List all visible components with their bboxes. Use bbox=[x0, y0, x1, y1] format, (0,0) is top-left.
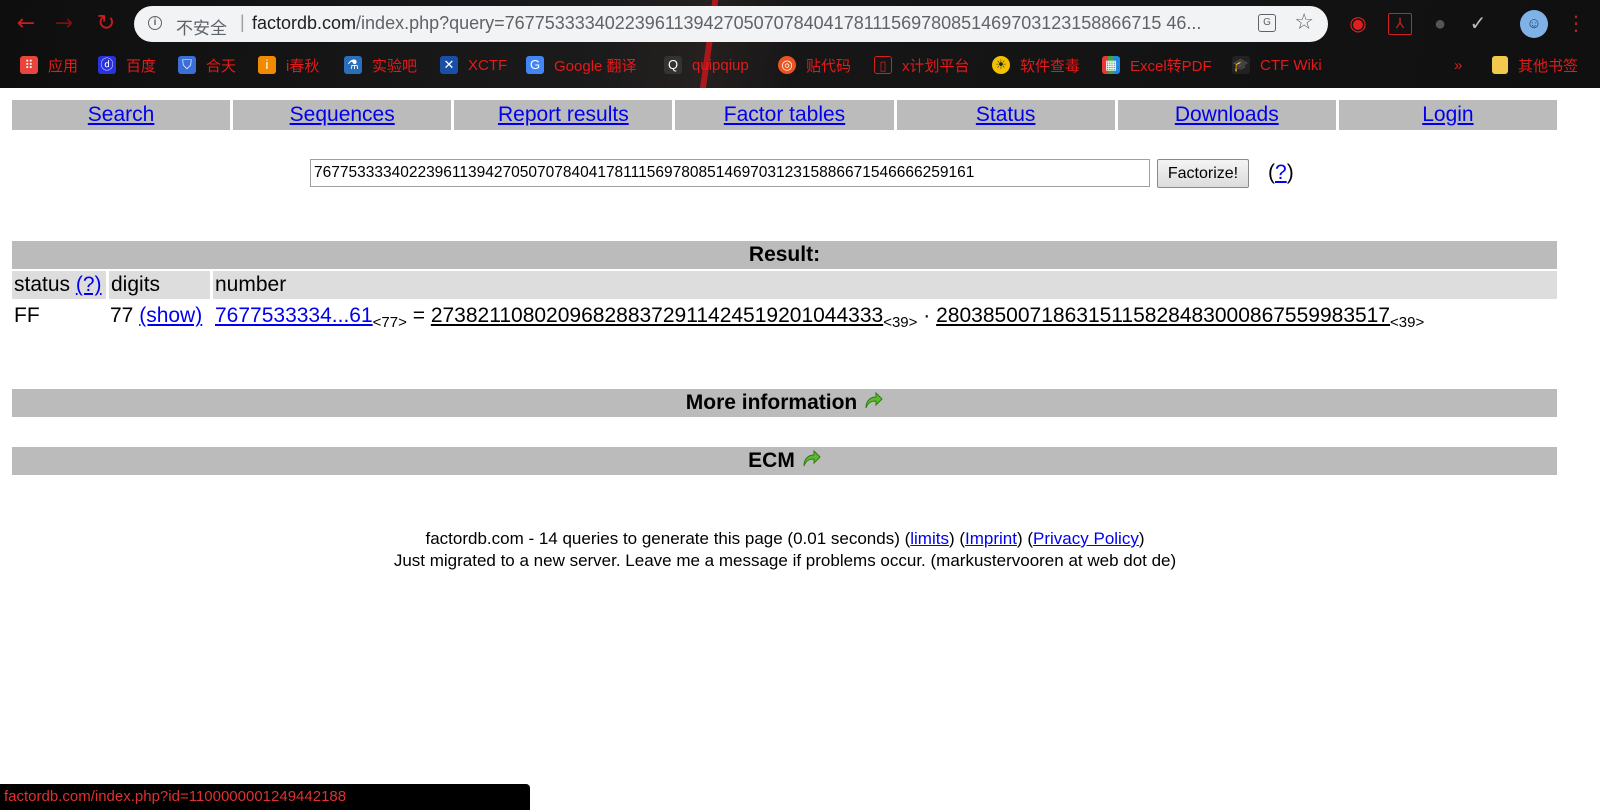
query-input[interactable] bbox=[310, 159, 1150, 187]
header-digits: digits bbox=[109, 271, 210, 299]
bookmark-item[interactable]: ▦ Excel转PDF bbox=[1102, 54, 1212, 76]
bookmark-item[interactable]: Qquipqiup bbox=[664, 54, 749, 76]
link-status-bar: factordb.com/index.php?id=11000000012494… bbox=[0, 784, 530, 810]
bookmark-star-icon[interactable]: ☆ bbox=[1294, 9, 1314, 35]
status-help-link[interactable]: (?) bbox=[76, 273, 102, 296]
google-translate-icon: G bbox=[526, 56, 544, 74]
factor-link[interactable]: 273821108020968288372911424519201044333 bbox=[431, 304, 883, 327]
menu-factor-tables[interactable]: Factor tables bbox=[675, 100, 894, 130]
menu-downloads[interactable]: Downloads bbox=[1117, 100, 1336, 130]
separator: | bbox=[240, 12, 245, 32]
info-icon[interactable]: i bbox=[148, 16, 162, 30]
reload-icon[interactable]: ↻ bbox=[92, 10, 120, 38]
more-information-label: More information bbox=[685, 391, 858, 414]
footer-line-2: Just migrated to a new server. Leave me … bbox=[393, 551, 1177, 570]
shiyanba-icon: ⚗ bbox=[344, 56, 362, 74]
document-icon: ▯ bbox=[874, 56, 892, 74]
result-status: FF bbox=[14, 304, 40, 327]
result-heading: Result: bbox=[12, 241, 1557, 269]
menu-status[interactable]: Status bbox=[896, 100, 1115, 130]
bookmark-item[interactable]: ✕ XCTF bbox=[440, 54, 507, 76]
other-bookmarks-folder[interactable]: 其他书签 bbox=[1492, 54, 1578, 76]
limits-link[interactable]: limits bbox=[910, 529, 949, 548]
more-bookmarks-chevron[interactable]: » bbox=[1454, 54, 1462, 76]
bookmark-item[interactable]: ⓓ 百度 bbox=[98, 54, 156, 76]
apps-grid-icon: ⠿ bbox=[20, 56, 38, 74]
menu-search[interactable]: Search bbox=[12, 100, 231, 130]
ubuntu-icon: ◎ bbox=[778, 56, 796, 74]
browser-toolbar: ← → ↻ i 不安全 | factordb.com/index.php?que… bbox=[0, 0, 1600, 88]
forward-arrow-icon[interactable]: → bbox=[50, 10, 78, 38]
url-path: /index.php?query=76775333340223961139427… bbox=[356, 13, 1202, 33]
factor-link[interactable]: 280385007186315115828483000867559983517 bbox=[936, 304, 1390, 327]
hetian-shield-icon: ⛉ bbox=[178, 56, 196, 74]
number-link[interactable]: 7677533334...61 bbox=[215, 304, 373, 327]
checkmark-extension-icon[interactable]: ✓ bbox=[1466, 12, 1490, 36]
url-host: factordb.com bbox=[252, 13, 357, 33]
menu-sequences[interactable]: Sequences bbox=[233, 100, 452, 130]
extension-target-icon[interactable]: ◉ bbox=[1346, 12, 1370, 36]
bookmark-item[interactable]: G Google 翻译 bbox=[526, 54, 637, 76]
menu-kebab-icon[interactable]: ⋮ bbox=[1566, 12, 1586, 36]
imprint-link[interactable]: Imprint bbox=[965, 529, 1017, 548]
menu-login[interactable]: Login bbox=[1338, 100, 1557, 130]
bookmarks-bar: ⠿ 应用 ⓓ 百度 ⛉ 合天 i i春秋 ⚗ 实验吧 ✕ XCTF G Google 翻译 Q… bbox=[0, 50, 1600, 80]
quipqiup-icon: Q bbox=[664, 56, 682, 74]
bookmark-item[interactable]: ⠿ 应用 bbox=[20, 54, 78, 76]
bookmark-item[interactable]: 🎓 CTF Wiki bbox=[1232, 54, 1322, 76]
query-help: (?) bbox=[1268, 161, 1294, 184]
expand-arrow-icon[interactable] bbox=[801, 450, 821, 468]
excel-pdf-icon: ▦ bbox=[1102, 56, 1120, 74]
ichunqiu-icon: i bbox=[258, 56, 276, 74]
equals-sign: = bbox=[412, 304, 425, 327]
factor-digit-count: <39> bbox=[1390, 314, 1425, 331]
main-menu: Search Sequences Report results Factor t… bbox=[12, 100, 1557, 130]
bookmark-item[interactable]: ⛉ 合天 bbox=[178, 54, 236, 76]
ctfwiki-icon: 🎓 bbox=[1232, 56, 1250, 74]
extension-circle-icon[interactable]: ● bbox=[1428, 12, 1452, 36]
url-text[interactable]: factordb.com/index.php?query=76775333340… bbox=[252, 13, 1252, 34]
bookmark-item[interactable]: ▯ x计划平台 bbox=[874, 54, 970, 76]
back-arrow-icon[interactable]: ← bbox=[12, 10, 40, 38]
factor-digit-count: <39> bbox=[883, 314, 918, 331]
xctf-icon: ✕ bbox=[440, 56, 458, 74]
footer-line-1: factordb.com - 14 queries to generate th… bbox=[425, 529, 1145, 548]
result-digits: 77 (show) bbox=[110, 304, 203, 327]
page-footer: factordb.com - 14 queries to generate th… bbox=[0, 528, 1570, 572]
header-number: number bbox=[213, 271, 1557, 299]
menu-report-results[interactable]: Report results bbox=[454, 100, 673, 130]
header-status: status (?) bbox=[12, 271, 106, 299]
show-link[interactable]: (show) bbox=[139, 304, 202, 327]
bulb-icon: ☀ bbox=[992, 56, 1010, 74]
expand-arrow-icon[interactable] bbox=[863, 392, 883, 410]
address-bar[interactable]: i 不安全 | factordb.com/index.php?query=767… bbox=[134, 6, 1328, 42]
query-help-link[interactable]: ? bbox=[1275, 161, 1287, 184]
bookmark-item[interactable]: i i春秋 bbox=[258, 54, 319, 76]
ecm-bar[interactable]: ECM bbox=[12, 447, 1557, 475]
ecm-label: ECM bbox=[748, 449, 795, 472]
translate-icon[interactable]: G bbox=[1258, 14, 1276, 32]
result-number: 7677533334...61<77> = 273821108020968288… bbox=[215, 301, 1424, 331]
pdf-extension-icon[interactable]: ⅄ bbox=[1388, 13, 1412, 35]
factorize-button[interactable]: Factorize! bbox=[1157, 159, 1249, 188]
number-digit-count: <77> bbox=[372, 314, 407, 331]
folder-icon bbox=[1492, 56, 1508, 74]
insecure-label[interactable]: 不安全 bbox=[176, 14, 227, 39]
privacy-policy-link[interactable]: Privacy Policy bbox=[1033, 529, 1139, 548]
profile-avatar[interactable]: ☺ bbox=[1520, 10, 1548, 38]
bookmark-item[interactable]: ⚗ 实验吧 bbox=[344, 54, 417, 76]
multiply-dot: · bbox=[923, 304, 931, 327]
bookmark-item[interactable]: ◎ 贴代码 bbox=[778, 54, 851, 76]
baidu-paw-icon: ⓓ bbox=[98, 56, 116, 74]
bookmark-item[interactable]: ☀ 软件查毒 bbox=[992, 54, 1080, 76]
more-information-bar[interactable]: More information bbox=[12, 389, 1557, 417]
